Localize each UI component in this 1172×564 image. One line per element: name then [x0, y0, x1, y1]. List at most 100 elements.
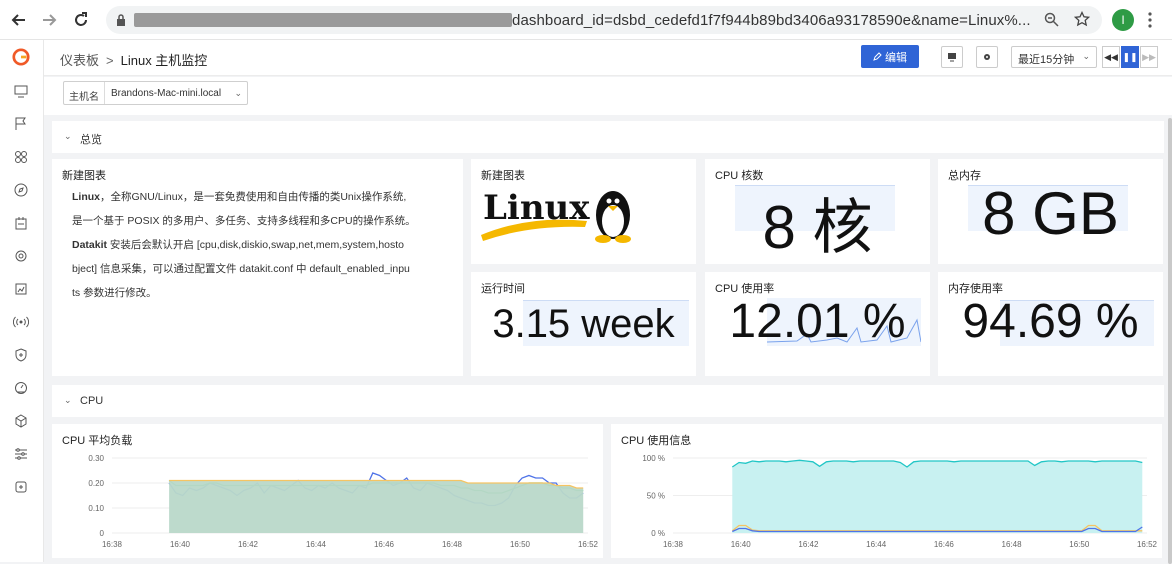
group-header-cpu[interactable]: ⌄ CPU — [52, 385, 1164, 417]
dashboard-header: 仪表板 > Linux 主机监控 编辑 最近15分钟 ⌄ ◀◀ ❚❚ ▶▶ — [44, 40, 1172, 76]
load-chart-svg: 0 0.10 0.20 0.30 16:38 16:40 16:42 16:44 16:46 16… — [88, 454, 598, 549]
chart-cpu-usage: CPU 使用信息 0 % 50 % 100 % 16:38 16:40 16:42 16:4… — [611, 424, 1162, 558]
nav-cube[interactable] — [12, 412, 30, 430]
x-tick-label: 16:46 — [934, 540, 955, 549]
sliders-icon — [15, 448, 27, 460]
stat-value: 94.69 % — [962, 295, 1139, 348]
breadcrumb-separator: > — [106, 53, 114, 68]
x-tick-label: 16:40 — [170, 540, 191, 549]
page-title: Linux 主机监控 — [120, 53, 208, 68]
nav-settings[interactable] — [12, 445, 30, 463]
nav-synthetics[interactable] — [12, 379, 30, 397]
redacted-url-part — [134, 13, 512, 27]
host-filter-value[interactable]: Brandons-Mac-mini.local ⌄ — [105, 82, 247, 104]
host-filter-label: 主机名 — [64, 82, 105, 104]
text-panel: 新建图表 Linux，全称GNU/Linux，是一套免费使用和自由传播的类Uni… — [52, 159, 463, 376]
host-filter[interactable]: 主机名 Brandons-Mac-mini.local ⌄ — [63, 81, 248, 105]
x-tick-label: 16:38 — [102, 540, 123, 549]
nav-calendar[interactable] — [12, 214, 30, 232]
url-text: dashboard_id=dsbd_cedefd1f7f944b89bd3406… — [512, 12, 1031, 29]
zoom-icon[interactable] — [1044, 12, 1059, 27]
more-icon[interactable] — [1148, 12, 1152, 28]
flag-icon — [15, 117, 26, 130]
address-bar[interactable]: dashboard_id=dsbd_cedefd1f7f944b89bd3406… — [106, 6, 1102, 34]
text-line-1: ，全称GNU/Linux，是一套免费使用和自由传播的类Unix操作系统, — [100, 191, 407, 203]
panel-title: 新建图表 — [62, 170, 106, 182]
text-line-3: 安装后会默认开启 [cpu,disk,diskio,swap,net,mem,s… — [107, 239, 405, 251]
browser-toolbar: dashboard_id=dsbd_cedefd1f7f944b89bd3406… — [0, 0, 1172, 40]
time-range-value: 最近15分钟 — [1018, 54, 1075, 66]
logo-text: Linux — [483, 188, 590, 228]
group-title: 总览 — [80, 134, 102, 146]
nav-chart[interactable] — [12, 280, 30, 298]
app-logo[interactable] — [12, 48, 30, 66]
calendar-icon — [15, 217, 27, 230]
stat-value: 3.15 week — [492, 302, 675, 346]
series-area — [169, 480, 584, 533]
logo-icon — [12, 48, 30, 66]
reload-icon — [75, 12, 87, 26]
scrollbar[interactable] — [1168, 118, 1172, 564]
chart-icon — [15, 283, 27, 295]
edit-button[interactable]: 编辑 — [861, 45, 919, 68]
nav-apps[interactable] — [12, 148, 30, 166]
nav-security[interactable] — [12, 346, 30, 364]
x-tick-label: 16:50 — [510, 540, 531, 549]
settings-button[interactable] — [976, 46, 998, 68]
signal-icon — [13, 316, 29, 328]
nav-flag[interactable] — [12, 115, 30, 133]
rewind-button[interactable]: ◀◀ — [1102, 46, 1120, 68]
nav-box[interactable] — [12, 478, 30, 496]
stat-cpu-cores: CPU 核数 8 核 — [705, 159, 930, 264]
image-panel: 新建图表 Linux — [471, 159, 696, 264]
y-tick-label: 50 % — [647, 492, 665, 501]
fullscreen-button[interactable] — [941, 46, 963, 68]
stat-value: 12.01 % — [729, 295, 906, 348]
y-tick-label: 100 % — [642, 454, 665, 463]
y-tick-label: 0.20 — [88, 479, 104, 488]
linux-logo: Linux — [481, 188, 631, 243]
stat-value: 8 核 — [762, 194, 873, 261]
nav-monitor[interactable] — [12, 82, 30, 100]
forward-button-dash[interactable]: ▶▶ — [1140, 46, 1158, 68]
filter-bar: 主机名 Brandons-Mac-mini.local ⌄ — [44, 77, 1172, 115]
compass-icon — [14, 183, 28, 197]
forward-button[interactable] — [34, 5, 64, 35]
x-tick-label: 16:42 — [238, 540, 259, 549]
star-icon[interactable] — [1074, 11, 1090, 27]
collapse-icon: ⌄ — [64, 395, 72, 405]
nav-compass[interactable] — [12, 181, 30, 199]
profile-avatar[interactable]: I — [1112, 9, 1134, 31]
text-line-4: bject] 信息采集，可以通过配置文件 datakit.conf 中 defa… — [72, 263, 410, 275]
x-tick-label: 16:52 — [1137, 540, 1158, 549]
stat-memory-usage: 内存使用率 94.69 % — [938, 272, 1163, 376]
back-button[interactable] — [4, 5, 34, 35]
group-title: CPU — [80, 395, 104, 407]
nav-target[interactable] — [12, 247, 30, 265]
collapse-icon: ⌄ — [64, 131, 72, 141]
host-filter-text: Brandons-Mac-mini.local — [111, 88, 222, 99]
pause-button[interactable]: ❚❚ — [1121, 46, 1139, 68]
gauge-icon — [15, 382, 27, 394]
gear-icon — [984, 54, 990, 60]
stat-total-memory: 总内存 8 GB — [938, 159, 1163, 264]
y-tick-label: 0 — [100, 529, 105, 538]
nav-signal[interactable] — [12, 313, 30, 331]
stat-cpu-usage: CPU 使用率 12.01 % — [705, 272, 930, 376]
text-line-2: 是一个基于 POSIX 的多用户、多任务、支持多线程和多CPU的操作系统。 — [72, 215, 416, 227]
panel-body: Linux，全称GNU/Linux，是一套免费使用和自由传播的类Unix操作系统… — [72, 185, 462, 305]
text-bold-datakit: Datakit — [72, 239, 108, 251]
series-area — [732, 460, 1143, 533]
fast-forward-icon: ▶▶ — [1142, 51, 1156, 62]
group-header-overview[interactable]: ⌄ 总览 — [52, 121, 1164, 153]
archive-icon — [15, 481, 27, 493]
breadcrumb-root[interactable]: 仪表板 — [60, 53, 99, 68]
reload-button[interactable] — [66, 5, 96, 35]
stat-uptime: 运行时间 3.15 week — [471, 272, 696, 376]
chart-cpu-load: CPU 平均负载 0 0.10 0.20 0.30 16:38 16:40 16:42 16:… — [52, 424, 603, 558]
shield-icon — [15, 348, 27, 362]
time-range-select[interactable]: 最近15分钟 ⌄ — [1011, 46, 1097, 68]
x-tick-label: 16:48 — [1002, 540, 1023, 549]
usage-chart-svg: 0 % 50 % 100 % 16:38 16:40 16:42 16:44 16:46 16:… — [642, 454, 1158, 549]
x-tick-label: 16:44 — [306, 540, 327, 549]
